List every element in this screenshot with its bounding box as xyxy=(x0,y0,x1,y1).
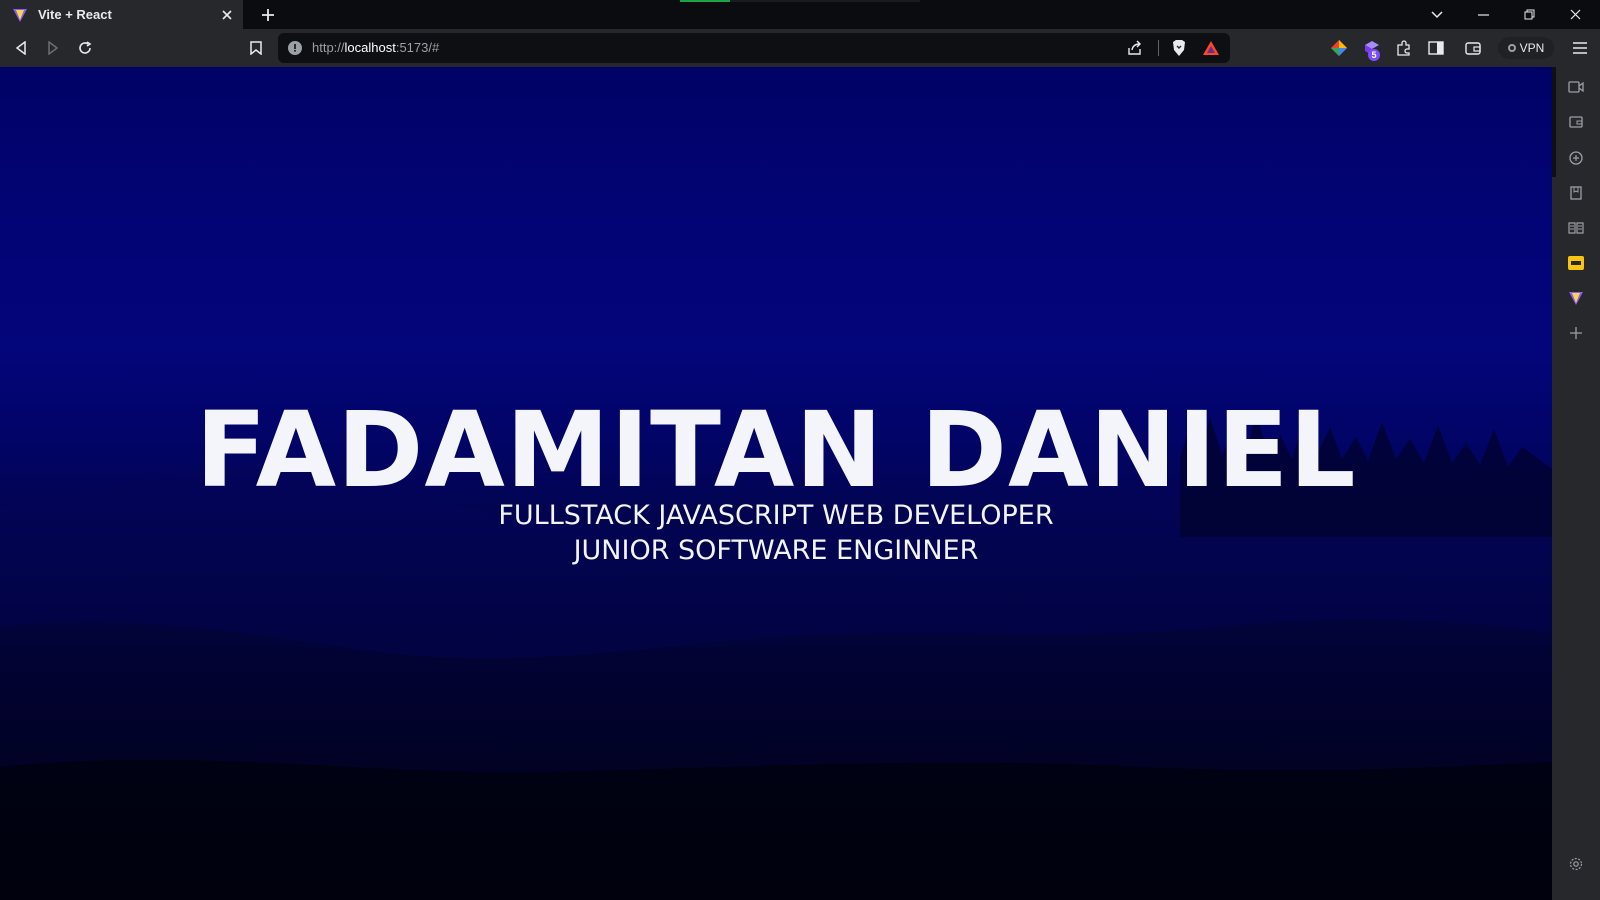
brave-rewards-icon[interactable] xyxy=(1202,40,1220,61)
omnibox-divider xyxy=(1158,40,1159,56)
brave-shields-icon[interactable] xyxy=(1171,39,1187,62)
bookmark-icon[interactable] xyxy=(242,34,270,62)
bookmarks-icon[interactable] xyxy=(1564,181,1588,205)
new-tab-button[interactable] xyxy=(256,3,280,27)
vite-logo-icon xyxy=(12,7,28,23)
url-text: http://localhost:5173/# xyxy=(312,40,440,55)
tab-title: Vite + React xyxy=(38,7,112,22)
close-tab-icon[interactable] xyxy=(215,3,239,27)
vite-pinned-icon[interactable] xyxy=(1564,286,1588,310)
reload-button[interactable] xyxy=(71,34,99,62)
vpn-button[interactable]: VPN xyxy=(1498,37,1554,59)
wallet-icon[interactable] xyxy=(1564,110,1588,134)
color-extension-icon[interactable] xyxy=(1325,34,1353,62)
video-call-icon[interactable] xyxy=(1564,75,1588,99)
forward-button[interactable] xyxy=(39,34,67,62)
tab-vite-react[interactable]: Vite + React xyxy=(0,0,243,29)
site-info-icon[interactable] xyxy=(288,41,302,55)
address-bar[interactable]: http://localhost:5173/# xyxy=(278,33,1230,63)
tab-strip: Vite + React xyxy=(0,0,1600,29)
share-icon[interactable] xyxy=(1127,40,1143,61)
extensions-icon[interactable] xyxy=(1390,34,1418,62)
browser-toolbar: http://localhost:5173/# 5 VPN xyxy=(0,29,1600,67)
back-button[interactable] xyxy=(7,34,35,62)
wallet-card-icon[interactable] xyxy=(1564,251,1588,275)
add-panel-icon[interactable] xyxy=(1564,321,1588,345)
page-scrollbar[interactable] xyxy=(1552,67,1556,177)
wallet-icon[interactable] xyxy=(1459,34,1487,62)
reading-list-icon[interactable] xyxy=(1564,216,1588,240)
minimize-window-button[interactable] xyxy=(1460,0,1506,29)
hero-name: FADAMITAN DANIEL xyxy=(195,389,1357,511)
hero-section: FADAMITAN DANIEL FULLSTACK JAVASCRIPT WE… xyxy=(0,67,1552,900)
page-viewport: FADAMITAN DANIEL FULLSTACK JAVASCRIPT WE… xyxy=(0,67,1552,900)
loading-indicator xyxy=(680,0,920,2)
main-menu-icon[interactable] xyxy=(1566,34,1594,62)
sidebar-toggle-icon[interactable] xyxy=(1422,34,1450,62)
tab-search-icon[interactable] xyxy=(1414,0,1460,29)
extension-count-badge: 5 xyxy=(1368,49,1380,61)
hero-role-secondary: JUNIOR SOFTWARE ENGINNER xyxy=(573,535,979,566)
vpn-status-icon xyxy=(1507,44,1516,52)
restore-window-button[interactable] xyxy=(1506,0,1552,29)
vpn-label: VPN xyxy=(1519,41,1545,55)
crypto-icon[interactable] xyxy=(1564,146,1588,170)
browser-sidebar xyxy=(1552,67,1600,900)
close-window-button[interactable] xyxy=(1552,0,1598,29)
hero-role-primary: FULLSTACK JAVASCRIPT WEB DEVELOPER xyxy=(498,500,1054,531)
settings-icon[interactable] xyxy=(1564,852,1588,876)
